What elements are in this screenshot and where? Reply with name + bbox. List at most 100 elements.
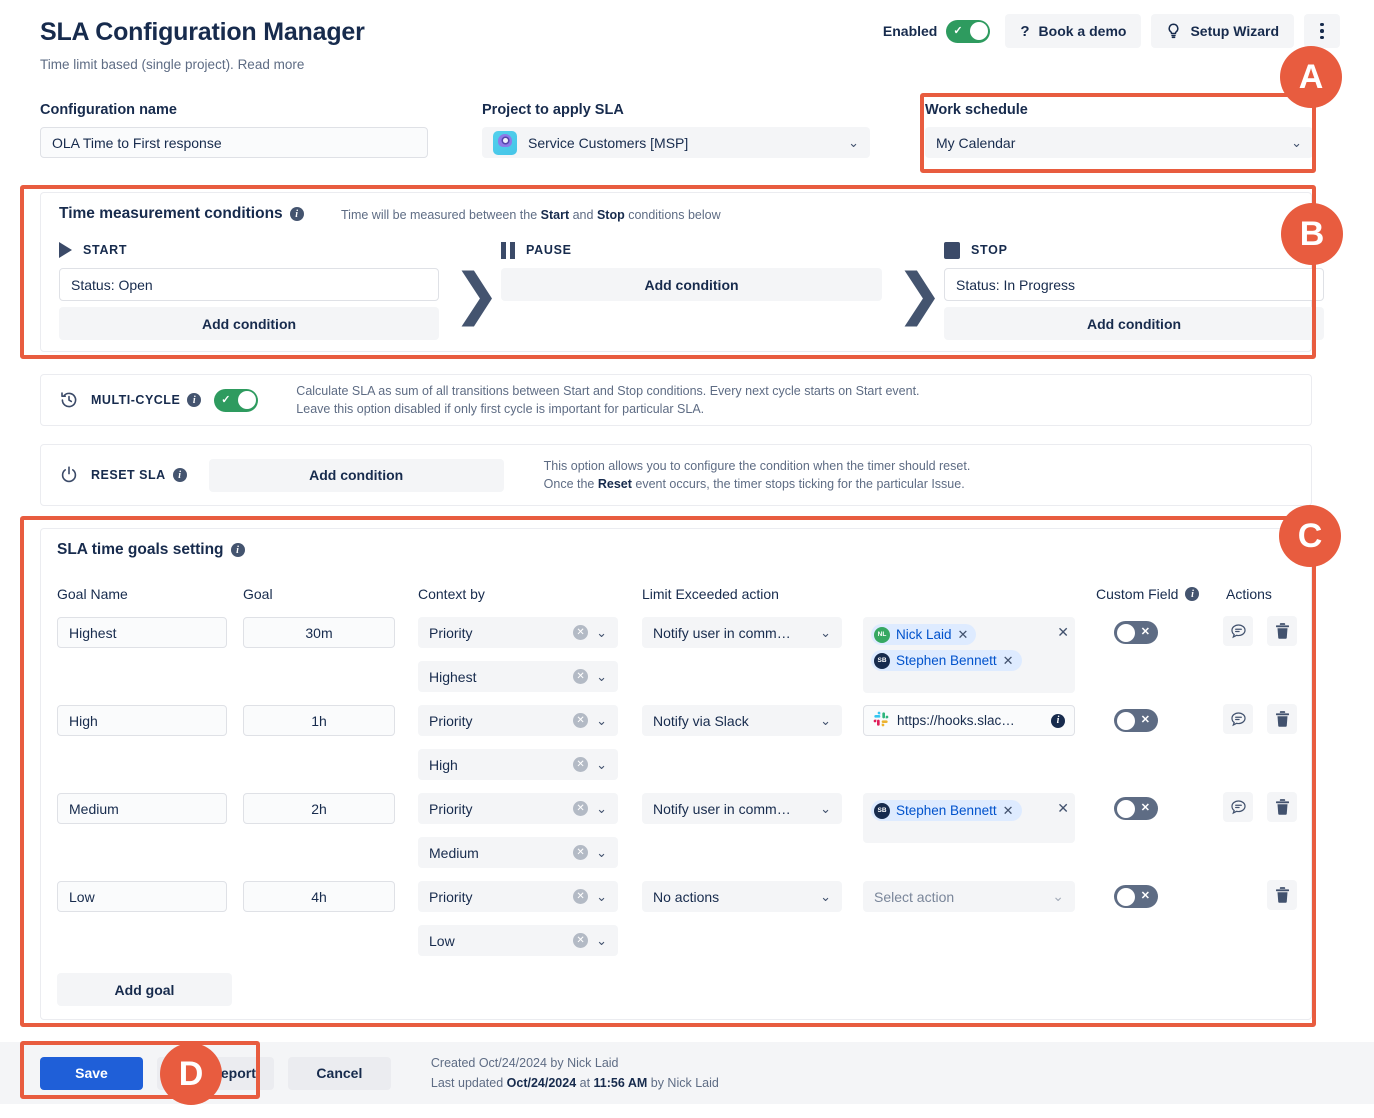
goal-name-input[interactable]: High [57,705,227,736]
chevron-down-icon: ⌄ [1052,888,1064,905]
info-icon[interactable]: i [173,468,187,482]
lightbulb-icon [1166,23,1181,39]
goal-duration-input[interactable]: 1h [243,705,395,736]
limit-action-value: Notify user in comm… [653,801,791,817]
clear-icon[interactable]: ✕ [573,801,588,816]
clear-icon[interactable]: ✕ [573,933,588,948]
goal-duration-input[interactable]: 4h [243,881,395,912]
start-add-condition-button[interactable]: Add condition [59,307,439,340]
context-value-dropdown[interactable]: Low✕⌄ [418,925,618,956]
context-field-dropdown[interactable]: Priority✕⌄ [418,617,618,648]
chevron-down-icon: ⌄ [596,757,607,773]
remove-tag-icon[interactable]: ✕ [958,627,969,643]
delete-goal-button[interactable] [1267,704,1297,734]
stop-add-condition-button[interactable]: Add condition [944,307,1324,340]
hint-start: Start [541,208,569,222]
delete-goal-button[interactable] [1267,880,1297,910]
context-value-dropdown[interactable]: High✕⌄ [418,749,618,780]
power-icon [59,465,79,485]
clear-icon[interactable]: ✕ [573,669,588,684]
delete-goal-button[interactable] [1267,616,1297,646]
delete-goal-button[interactable] [1267,792,1297,822]
toggle-knob [238,391,256,409]
add-goal-button[interactable]: Add goal [57,973,232,1006]
info-icon[interactable]: i [1185,587,1199,601]
goal-duration-input[interactable]: 2h [243,793,395,824]
avatar: SB [874,803,890,819]
clear-all-icon[interactable]: ✕ [1057,800,1069,817]
user-tag[interactable]: SBStephen Bennett✕ [871,650,1022,671]
custom-field-toggle[interactable]: ✕ [1114,885,1158,908]
goal-name-input[interactable]: Low [57,881,227,912]
custom-field-toggle[interactable]: ✕ [1114,709,1158,732]
book-a-demo-button[interactable]: ? Book a demo [1005,14,1141,48]
context-field-dropdown[interactable]: Priority ✕ ⌄ [418,705,618,736]
work-schedule-value: My Calendar [936,135,1015,151]
clear-icon[interactable]: ✕ [573,889,588,904]
user-tag[interactable]: NLNick Laid✕ [871,624,976,645]
user-tag[interactable]: SBStephen Bennett✕ [871,800,1022,821]
question-mark-icon: ? [1020,23,1029,40]
work-schedule-select[interactable]: My Calendar ⌄ [925,127,1313,158]
slack-webhook-field[interactable]: https://hooks.slac…i [863,705,1075,736]
clear-icon[interactable]: ✕ [573,845,588,860]
clear-icon[interactable]: ✕ [573,713,588,728]
stop-condition-value[interactable]: Status: In Progress [944,268,1324,301]
enabled-toggle-group[interactable]: Enabled ✓ [883,20,990,43]
context-value-dropdown[interactable]: Highest✕⌄ [418,661,618,692]
limit-action-value: Notify via Slack [653,713,749,729]
context-field-value: Priority [429,713,473,729]
close-icon: ✕ [1141,797,1150,820]
goal-name-input[interactable]: Medium [57,793,227,824]
time-conditions-title: Time measurement conditions [59,205,283,223]
clear-icon[interactable]: ✕ [573,625,588,640]
remove-tag-icon[interactable]: ✕ [1003,653,1014,669]
toggle-knob [1117,712,1135,730]
close-icon: ✕ [1141,709,1150,732]
reset-sla-add-condition-button[interactable]: Add condition [209,459,504,492]
remove-tag-icon[interactable]: ✕ [1003,803,1014,819]
reset-sla-row: RESET SLA i Add condition This option al… [40,444,1312,506]
comment-action-button[interactable] [1223,616,1253,646]
info-icon[interactable]: i [290,207,304,221]
enabled-toggle[interactable]: ✓ [946,20,990,43]
configuration-name-input[interactable]: OLA Time to First response [40,127,428,158]
setup-wizard-button[interactable]: Setup Wizard [1151,14,1294,48]
work-schedule-group: Work schedule My Calendar ⌄ [925,102,1313,158]
clear-all-icon[interactable]: ✕ [1057,624,1069,641]
save-button[interactable]: Save [40,1057,143,1090]
close-icon: ✕ [1141,885,1150,908]
context-field-dropdown[interactable]: Priority✕⌄ [418,793,618,824]
book-a-demo-label: Book a demo [1039,23,1127,39]
goal-duration-input[interactable]: 30m [243,617,395,648]
clear-icon[interactable]: ✕ [573,757,588,772]
custom-field-toggle[interactable]: ✕ [1114,797,1158,820]
notify-users-field[interactable]: NLNick Laid✕SBStephen Bennett✕✕ [863,617,1075,693]
context-value-dropdown[interactable]: Medium✕⌄ [418,837,618,868]
comment-action-button[interactable] [1223,792,1253,822]
annotation-badge-c: C [1279,505,1341,567]
chevron-down-icon: ⌄ [596,713,607,729]
limit-exceeded-action-dropdown[interactable]: No actions⌄ [642,881,842,912]
info-icon[interactable]: i [1051,714,1065,728]
notify-users-field[interactable]: SBStephen Bennett✕✕ [863,793,1075,843]
chevron-down-icon: ⌄ [820,801,831,817]
cancel-button[interactable]: Cancel [288,1057,391,1090]
start-condition-value[interactable]: Status: Open [59,268,439,301]
context-field-value: Priority [429,889,473,905]
project-select[interactable]: Service Customers [MSP] ⌄ [482,127,870,158]
select-action-dropdown[interactable]: Select action⌄ [863,881,1075,912]
limit-exceeded-action-dropdown[interactable]: Notify user in comm… ⌄ [642,793,842,824]
context-field-dropdown[interactable]: Priority✕⌄ [418,881,618,912]
goal-name-input[interactable]: Highest [57,617,227,648]
comment-action-button[interactable] [1223,704,1253,734]
custom-field-toggle[interactable]: ✕ [1114,621,1158,644]
info-icon[interactable]: i [231,543,245,557]
limit-exceeded-action-dropdown[interactable]: Notify via Slack⌄ [642,705,842,736]
project-label: Project to apply SLA [482,102,870,118]
info-icon[interactable]: i [187,393,201,407]
multi-cycle-toggle[interactable]: ✓ [214,389,258,412]
more-options-icon[interactable] [1304,14,1340,48]
pause-add-condition-button[interactable]: Add condition [501,268,882,301]
limit-exceeded-action-dropdown[interactable]: Notify user in comm…⌄ [642,617,842,648]
